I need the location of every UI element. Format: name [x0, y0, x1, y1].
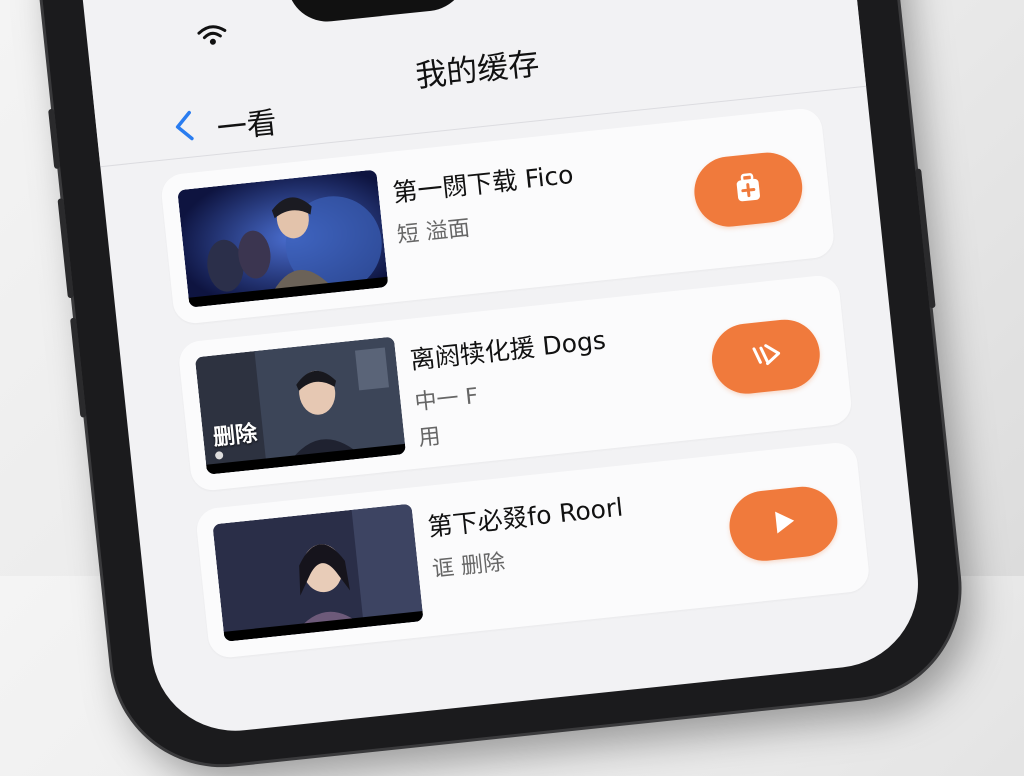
volume-up-button: [57, 198, 74, 299]
item-subtitle: 短 溢面: [395, 216, 472, 249]
wifi-icon: [196, 22, 229, 51]
video-thumbnail[interactable]: 删除: [194, 336, 407, 475]
video-thumbnail[interactable]: [177, 169, 389, 308]
download-list: 第一閯下载 Fico 短 溢面 删除 离阏犊化援 Dogs 中一 F 用 第下必…: [159, 106, 873, 678]
forward-share-icon: [747, 338, 784, 375]
item-action-button[interactable]: [690, 149, 806, 231]
item-subtitle: 中一 F: [413, 384, 480, 416]
item-action-button[interactable]: [708, 316, 824, 398]
mute-switch: [48, 108, 61, 170]
item-title: 离阏犊化援 Dogs: [408, 325, 608, 375]
screen: Cr 一看 我的缓存: [73, 0, 927, 740]
power-button: [915, 168, 936, 309]
phone-frame: Cr 一看 我的缓存: [30, 0, 970, 776]
page-title: 我的缓存: [413, 45, 541, 95]
delete-label[interactable]: 删除: [211, 415, 258, 451]
item-subtitle-secondary: 用: [417, 424, 442, 452]
item-title: 第下必叕fo Roorl: [426, 492, 625, 542]
play-icon: [767, 505, 800, 542]
medical-bag-icon: [731, 170, 767, 209]
video-thumbnail[interactable]: [212, 503, 424, 642]
volume-down-button: [70, 317, 87, 418]
item-subtitle: 诓 删除: [431, 550, 507, 583]
notch: [277, 0, 471, 26]
item-action-button[interactable]: [726, 483, 841, 565]
item-title: 第一閯下载 Fico: [391, 159, 575, 208]
